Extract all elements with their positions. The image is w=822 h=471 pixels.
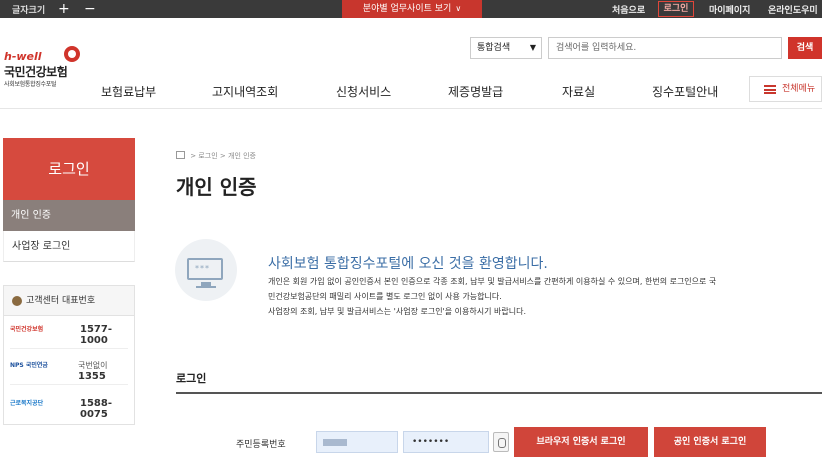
font-size-label: 글자크기 [12,6,46,16]
comwel-logo: 근로복지공단 [10,400,44,407]
logo-mark-icon [64,46,80,62]
rrn-masked-value [323,439,347,446]
monitor-base [196,286,216,288]
font-increase-button[interactable]: + [58,0,70,18]
rrn-front-field[interactable] [316,431,398,453]
cs-row-nhis: 국민건강보험 1577-1000 [4,316,134,346]
nav-portal-guide[interactable]: 징수포털안내 [652,83,718,100]
phone-icon [12,296,22,306]
welcome-desc-line: 개인은 회원 가입 없이 공인인증서 본인 인증으로 각종 조회, 납부 및 발… [268,277,717,286]
all-menu-button[interactable]: 전체메뉴 [749,76,822,102]
breadcrumb-separator: > [219,152,226,160]
nav-application-service[interactable]: 신청서비스 [336,83,391,100]
mypage-link[interactable]: 마이페이지 [709,3,750,16]
customer-center-box: 고객센터 대표번호 국민건강보험 1577-1000 NPS 국민연금 국번없이… [3,285,135,425]
public-cert-login-button[interactable]: 공인 인증서 로그인 [654,427,766,457]
business-sites-dropdown[interactable]: 분야별 업무사이트 보기 ∨ [342,0,482,18]
monitor-icon: *** [175,239,237,301]
browser-cert-login-button[interactable]: 브라우저 인증서 로그인 [514,427,648,457]
nav-notice-inquiry[interactable]: 고지내역조회 [212,83,278,100]
breadcrumb-item[interactable]: 로그인 [198,152,217,160]
font-decrease-button[interactable]: − [84,0,96,18]
page-title: 개인 인증 [176,175,257,199]
keypad-icon[interactable] [493,432,509,452]
customer-center-title: 고객센터 대표번호 [26,296,96,306]
hamburger-icon [764,85,776,94]
password-dots: *** [195,264,210,273]
customer-center-header: 고객센터 대표번호 [4,286,134,316]
logo-name: 국민건강보험 [4,65,68,79]
nps-phone-digits: 1355 [78,371,106,382]
online-help-link[interactable]: 온라인도우미 [768,3,818,16]
rrn-label: 주민등록번호 [236,440,286,450]
comwel-phone-number: 1588-0075 [80,398,112,420]
login-section-heading: 로그인 [176,372,207,385]
nav-premium-payment[interactable]: 보험료납부 [101,83,156,100]
logo-subtitle: 사회보험통합징수포털 [4,81,57,88]
rrn-back-field[interactable] [403,431,489,453]
all-menu-label: 전체메뉴 [782,84,816,94]
home-link[interactable]: 처음으로 [612,3,645,16]
nhis-logo: 국민건강보험 [10,326,44,333]
search-scope-select[interactable]: 통합검색 ▼ [470,37,542,59]
login-link[interactable]: 로그인 [658,1,694,17]
cs-row-comwel: 근로복지공단 1588-0075 [4,390,134,420]
breadcrumb-separator: > [190,152,197,160]
cs-row-nps: NPS 국민연금 국번없이1355 [4,352,134,382]
business-sites-label: 분야별 업무사이트 보기 [362,4,452,14]
welcome-desc-line: 민건강보험공단의 패밀리 사이트를 별도 로그인 없이 사용 가능합니다. [268,292,502,301]
nav-resources[interactable]: 자료실 [562,83,595,100]
search-scope-value: 통합검색 [477,43,511,53]
utility-bar: 글자크기 + − 분야별 업무사이트 보기 ∨ 처음으로 로그인 마이페이지 온라… [0,0,822,18]
sidebar-title: 로그인 [3,138,135,200]
home-icon[interactable] [176,151,185,159]
nps-phone-number: 국번없이1355 [78,360,134,382]
sidebar-item-business-login[interactable]: 사업장 로그인 [3,231,135,262]
nav-certificate-issue[interactable]: 제증명발급 [448,83,503,100]
nhis-phone-number: 1577-1000 [80,324,112,346]
cs-divider [10,384,128,385]
chevron-down-icon: ∨ [455,4,462,13]
login-section-divider [176,392,822,394]
monitor-screen: *** [187,258,223,280]
sidebar-item-personal-auth[interactable]: 개인 인증 [3,200,135,231]
breadcrumb-item: 개인 인증 [228,152,257,160]
search-button[interactable]: 검색 [788,37,822,59]
chevron-down-icon: ▼ [529,43,536,52]
cs-divider [10,348,128,349]
nps-logo: NPS 국민연금 [10,362,48,369]
logo-brand: h-well [4,50,42,63]
nps-phone-prefix: 국번없이 [78,361,108,370]
welcome-title: 사회보험 통합징수포털에 오신 것을 환영합니다. [268,256,548,272]
header-divider [0,108,822,109]
breadcrumb: > 로그인 > 개인 인증 [176,151,256,161]
search-input[interactable] [548,37,782,59]
welcome-desc-line: 사업장의 조회, 납부 및 발급서비스는 '사업장 로그인'을 이용하시기 바랍… [268,307,526,316]
